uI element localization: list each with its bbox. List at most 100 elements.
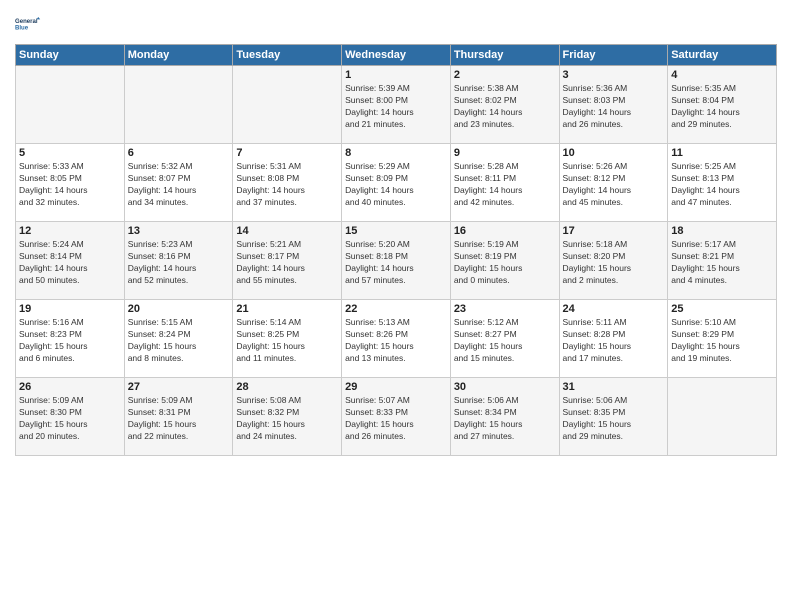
cell-content: Sunrise: 5:31 AM Sunset: 8:08 PM Dayligh…	[236, 161, 338, 209]
cell-content: Sunrise: 5:26 AM Sunset: 8:12 PM Dayligh…	[563, 161, 665, 209]
weekday-header-sunday: Sunday	[16, 45, 125, 66]
calendar-cell: 22Sunrise: 5:13 AM Sunset: 8:26 PM Dayli…	[342, 300, 451, 378]
day-number: 2	[454, 69, 556, 81]
calendar-cell	[124, 66, 233, 144]
calendar-cell: 19 Sunrise: 5:16 AM Sunset: 8:23 PM Dayli…	[16, 300, 125, 378]
cell-content: Sunrise: 5:36 AM Sunset: 8:03 PM Dayligh…	[563, 83, 665, 131]
day-number: 12	[19, 225, 121, 237]
calendar-cell: 25 Sunrise: 5:10 AM Sunset: 8:29 PM Dayli…	[668, 300, 777, 378]
header: GeneralBlue	[15, 10, 777, 38]
week-row-2: 12 Sunrise: 5:24 AM Sunset: 8:14 PM Dayli…	[16, 222, 777, 300]
cell-content: Sunrise: 5:28 AM Sunset: 8:11 PM Dayligh…	[454, 161, 556, 209]
cell-content: Sunrise: 5:15 AM Sunset: 8:24 PM Dayligh…	[128, 317, 230, 365]
calendar-cell: 29 Sunrise: 5:07 AM Sunset: 8:33 PM Dayli…	[342, 378, 451, 456]
calendar-cell: 21Sunrise: 5:14 AM Sunset: 8:25 PM Dayli…	[233, 300, 342, 378]
day-number: 25	[671, 303, 773, 315]
cell-content: Sunrise: 5:32 AM Sunset: 8:07 PM Dayligh…	[128, 161, 230, 209]
day-number: 27	[128, 381, 230, 393]
calendar-cell: 3 Sunrise: 5:36 AM Sunset: 8:03 PM Daylig…	[559, 66, 668, 144]
cell-content: Sunrise: 5:35 AM Sunset: 8:04 PM Dayligh…	[671, 83, 773, 131]
cell-content: Sunrise: 5:29 AM Sunset: 8:09 PM Dayligh…	[345, 161, 447, 209]
day-number: 6	[128, 147, 230, 159]
weekday-header-tuesday: Tuesday	[233, 45, 342, 66]
cell-content: Sunrise: 5:07 AM Sunset: 8:33 PM Dayligh…	[345, 395, 447, 443]
week-row-3: 19 Sunrise: 5:16 AM Sunset: 8:23 PM Dayli…	[16, 300, 777, 378]
cell-content: Sunrise: 5:33 AM Sunset: 8:05 PM Dayligh…	[19, 161, 121, 209]
day-number: 20	[128, 303, 230, 315]
calendar-cell: 28Sunrise: 5:08 AM Sunset: 8:32 PM Dayli…	[233, 378, 342, 456]
calendar-cell: 8 Sunrise: 5:29 AM Sunset: 8:09 PM Daylig…	[342, 144, 451, 222]
day-number: 18	[671, 225, 773, 237]
cell-content: Sunrise: 5:10 AM Sunset: 8:29 PM Dayligh…	[671, 317, 773, 365]
day-number: 15	[345, 225, 447, 237]
calendar-cell: 6 Sunrise: 5:32 AM Sunset: 8:07 PM Daylig…	[124, 144, 233, 222]
calendar-cell: 24 Sunrise: 5:11 AM Sunset: 8:28 PM Dayli…	[559, 300, 668, 378]
day-number: 31	[563, 381, 665, 393]
weekday-header-thursday: Thursday	[450, 45, 559, 66]
calendar-cell: 5 Sunrise: 5:33 AM Sunset: 8:05 PM Daylig…	[16, 144, 125, 222]
logo-icon: GeneralBlue	[15, 10, 43, 38]
day-number: 3	[563, 69, 665, 81]
weekday-header-row: SundayMondayTuesdayWednesdayThursdayFrid…	[16, 45, 777, 66]
calendar-cell: 10 Sunrise: 5:26 AM Sunset: 8:12 PM Dayli…	[559, 144, 668, 222]
day-number: 1	[345, 69, 447, 81]
calendar-cell: 27Sunrise: 5:09 AM Sunset: 8:31 PM Dayli…	[124, 378, 233, 456]
day-number: 10	[563, 147, 665, 159]
cell-content: Sunrise: 5:23 AM Sunset: 8:16 PM Dayligh…	[128, 239, 230, 287]
svg-text:General: General	[15, 19, 38, 25]
calendar-page: GeneralBlue SundayMondayTuesdayWednesday…	[0, 0, 792, 612]
day-number: 17	[563, 225, 665, 237]
calendar-cell	[233, 66, 342, 144]
cell-content: Sunrise: 5:19 AM Sunset: 8:19 PM Dayligh…	[454, 239, 556, 287]
day-number: 28	[236, 381, 338, 393]
weekday-header-monday: Monday	[124, 45, 233, 66]
calendar-cell: 30Sunrise: 5:06 AM Sunset: 8:34 PM Dayli…	[450, 378, 559, 456]
cell-content: Sunrise: 5:06 AM Sunset: 8:35 PM Dayligh…	[563, 395, 665, 443]
weekday-header-wednesday: Wednesday	[342, 45, 451, 66]
cell-content: Sunrise: 5:06 AM Sunset: 8:34 PM Dayligh…	[454, 395, 556, 443]
cell-content: Sunrise: 5:38 AM Sunset: 8:02 PM Dayligh…	[454, 83, 556, 131]
cell-content: Sunrise: 5:21 AM Sunset: 8:17 PM Dayligh…	[236, 239, 338, 287]
calendar-cell: 13 Sunrise: 5:23 AM Sunset: 8:16 PM Dayli…	[124, 222, 233, 300]
logo: GeneralBlue	[15, 10, 43, 38]
cell-content: Sunrise: 5:18 AM Sunset: 8:20 PM Dayligh…	[563, 239, 665, 287]
day-number: 4	[671, 69, 773, 81]
cell-content: Sunrise: 5:39 AM Sunset: 8:00 PM Dayligh…	[345, 83, 447, 131]
svg-text:Blue: Blue	[15, 26, 29, 32]
week-row-4: 26Sunrise: 5:09 AM Sunset: 8:30 PM Dayli…	[16, 378, 777, 456]
day-number: 29	[345, 381, 447, 393]
cell-content: Sunrise: 5:13 AM Sunset: 8:26 PM Dayligh…	[345, 317, 447, 365]
day-number: 9	[454, 147, 556, 159]
day-number: 13	[128, 225, 230, 237]
calendar-cell: 23Sunrise: 5:12 AM Sunset: 8:27 PM Dayli…	[450, 300, 559, 378]
calendar-cell: 1 Sunrise: 5:39 AM Sunset: 8:00 PM Daylig…	[342, 66, 451, 144]
weekday-header-friday: Friday	[559, 45, 668, 66]
calendar-cell	[16, 66, 125, 144]
calendar-cell: 11 Sunrise: 5:25 AM Sunset: 8:13 PM Dayli…	[668, 144, 777, 222]
calendar-cell: 14 Sunrise: 5:21 AM Sunset: 8:17 PM Dayli…	[233, 222, 342, 300]
day-number: 19	[19, 303, 121, 315]
cell-content: Sunrise: 5:17 AM Sunset: 8:21 PM Dayligh…	[671, 239, 773, 287]
calendar-cell: 4 Sunrise: 5:35 AM Sunset: 8:04 PM Daylig…	[668, 66, 777, 144]
calendar-cell: 12 Sunrise: 5:24 AM Sunset: 8:14 PM Dayli…	[16, 222, 125, 300]
cell-content: Sunrise: 5:20 AM Sunset: 8:18 PM Dayligh…	[345, 239, 447, 287]
week-row-1: 5 Sunrise: 5:33 AM Sunset: 8:05 PM Daylig…	[16, 144, 777, 222]
calendar-cell: 2 Sunrise: 5:38 AM Sunset: 8:02 PM Daylig…	[450, 66, 559, 144]
week-row-0: 1 Sunrise: 5:39 AM Sunset: 8:00 PM Daylig…	[16, 66, 777, 144]
day-number: 24	[563, 303, 665, 315]
cell-content: Sunrise: 5:16 AM Sunset: 8:23 PM Dayligh…	[19, 317, 121, 365]
day-number: 8	[345, 147, 447, 159]
day-number: 14	[236, 225, 338, 237]
cell-content: Sunrise: 5:24 AM Sunset: 8:14 PM Dayligh…	[19, 239, 121, 287]
day-number: 21	[236, 303, 338, 315]
day-number: 5	[19, 147, 121, 159]
day-number: 11	[671, 147, 773, 159]
calendar-cell	[668, 378, 777, 456]
calendar-cell: 7 Sunrise: 5:31 AM Sunset: 8:08 PM Daylig…	[233, 144, 342, 222]
calendar-cell: 15 Sunrise: 5:20 AM Sunset: 8:18 PM Dayli…	[342, 222, 451, 300]
calendar-cell: 9 Sunrise: 5:28 AM Sunset: 8:11 PM Daylig…	[450, 144, 559, 222]
cell-content: Sunrise: 5:11 AM Sunset: 8:28 PM Dayligh…	[563, 317, 665, 365]
calendar-cell: 16Sunrise: 5:19 AM Sunset: 8:19 PM Dayli…	[450, 222, 559, 300]
cell-content: Sunrise: 5:25 AM Sunset: 8:13 PM Dayligh…	[671, 161, 773, 209]
day-number: 7	[236, 147, 338, 159]
